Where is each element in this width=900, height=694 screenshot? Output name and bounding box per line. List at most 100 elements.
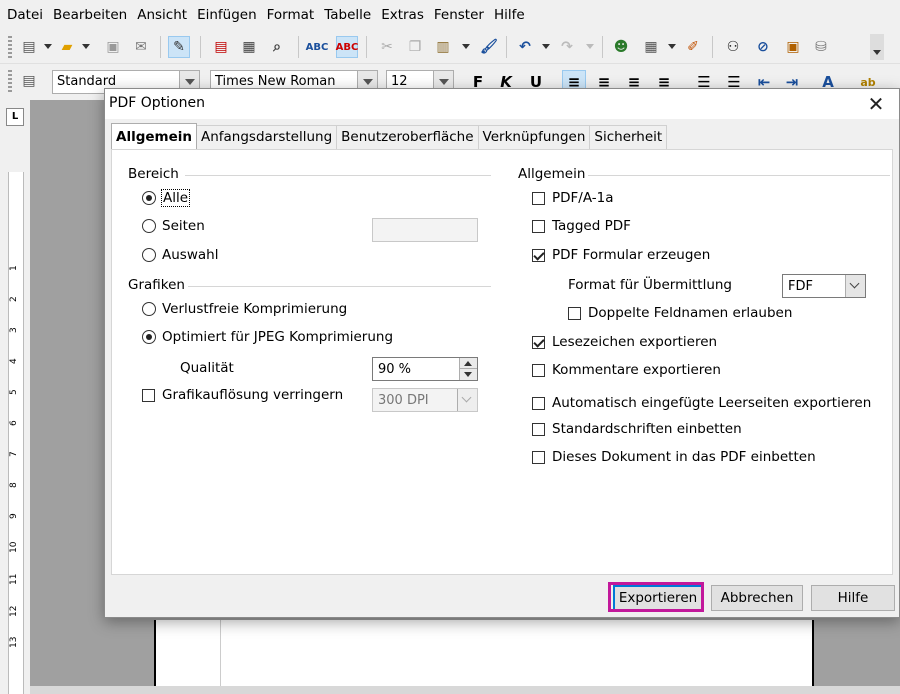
cut-icon[interactable]: ✂: [376, 36, 398, 58]
tab-sicherheit[interactable]: Sicherheit: [589, 125, 668, 149]
gallery-icon[interactable]: ▣: [782, 36, 804, 58]
export-button[interactable]: Exportieren: [613, 585, 703, 611]
menu-hilfe[interactable]: Hilfe: [490, 7, 529, 23]
checkbox-embed-fonts[interactable]: Standardschriften einbetten: [532, 421, 742, 437]
menu-einfuegen[interactable]: Einfügen: [193, 7, 261, 23]
tab-stop-icon[interactable]: L: [6, 108, 24, 126]
checkbox[interactable]: [532, 219, 545, 233]
new-document-icon[interactable]: ▤: [18, 36, 40, 58]
checkbox[interactable]: [532, 191, 545, 205]
checkbox[interactable]: [532, 363, 545, 377]
navigator-compass-icon[interactable]: ⊘: [752, 36, 774, 58]
checkbox-tagged-pdf[interactable]: Tagged PDF: [532, 218, 631, 234]
print-preview-icon[interactable]: ⌕: [266, 36, 288, 58]
toolbar-overflow-icon[interactable]: [870, 34, 884, 60]
checkbox-create-form[interactable]: PDF Formular erzeugen: [532, 247, 710, 263]
table-dropdown-icon[interactable]: [668, 44, 676, 49]
checkbox[interactable]: [532, 396, 545, 410]
dialog-titlebar[interactable]: PDF Optionen ✕: [105, 89, 899, 119]
tab-verknuepfungen[interactable]: Verknüpfungen: [477, 125, 591, 149]
radio-alle[interactable]: Alle: [142, 189, 191, 207]
radio-seiten[interactable]: Seiten: [142, 218, 205, 234]
data-sources-icon[interactable]: ⛁: [810, 36, 832, 58]
spin-up-icon[interactable]: [460, 358, 477, 369]
checkbox-duplicate-fields[interactable]: Doppelte Feldnamen erlauben: [568, 305, 792, 321]
radio-button[interactable]: [142, 330, 156, 344]
chevron-down-icon[interactable]: [457, 389, 477, 411]
radio-auswahl[interactable]: Auswahl: [142, 247, 218, 263]
pdf-options-dialog: PDF Optionen ✕ Allgemein Anfangsdarstell…: [104, 88, 900, 618]
menu-fenster[interactable]: Fenster: [430, 7, 488, 23]
cancel-button[interactable]: Abbrechen: [711, 585, 803, 611]
checkbox[interactable]: [568, 306, 581, 320]
checkbox[interactable]: [532, 248, 545, 262]
horizontal-scrollbar[interactable]: [30, 686, 900, 694]
email-icon[interactable]: ✉: [130, 36, 152, 58]
tab-anfangsdarstellung[interactable]: Anfangsdarstellung: [195, 125, 338, 149]
radio-jpeg[interactable]: Optimiert für JPEG Komprimierung: [142, 329, 393, 345]
group-separator: [188, 286, 491, 287]
checkbox-embed-document[interactable]: Dieses Dokument in das PDF einbetten: [532, 449, 816, 465]
styles-icon[interactable]: ▤: [18, 70, 40, 92]
tab-benutzeroberflaeche[interactable]: Benutzeroberfläche: [336, 125, 479, 149]
redo-dropdown-icon[interactable]: [586, 44, 594, 49]
radio-button[interactable]: [142, 219, 156, 233]
group-separator: [588, 175, 890, 176]
undo-icon[interactable]: ↶: [514, 36, 536, 58]
menu-ansicht[interactable]: Ansicht: [133, 7, 191, 23]
blank-pages-label: Automatisch eingefügte Leerseiten export…: [552, 395, 872, 411]
resolution-combo[interactable]: 300 DPI: [372, 388, 478, 412]
new-dropdown-icon[interactable]: [44, 44, 52, 49]
checkbox-reduce-resolution[interactable]: Grafikauflösung verringern: [142, 387, 343, 403]
radio-button[interactable]: [142, 191, 156, 205]
toolbar-grip[interactable]: [8, 36, 12, 58]
checkbox-comments[interactable]: Kommentare exportieren: [532, 362, 721, 378]
checkbox[interactable]: [142, 388, 155, 402]
navigator-icon[interactable]: ☻: [610, 36, 632, 58]
chevron-down-icon[interactable]: [845, 275, 865, 297]
checkbox[interactable]: [532, 450, 545, 464]
open-folder-icon[interactable]: ▰: [56, 36, 78, 58]
paste-icon[interactable]: ▥: [432, 36, 454, 58]
checkbox-bookmarks[interactable]: Lesezeichen exportieren: [532, 334, 717, 350]
redo-icon[interactable]: ↷: [556, 36, 578, 58]
spin-down-icon[interactable]: [460, 369, 477, 380]
table-icon[interactable]: ▦: [640, 36, 662, 58]
menu-format[interactable]: Format: [263, 7, 319, 23]
menu-bearbeiten[interactable]: Bearbeiten: [49, 7, 131, 23]
submit-format-combo[interactable]: FDF: [782, 274, 866, 298]
dialog-title: PDF Optionen: [109, 95, 205, 111]
checkbox-pdfa[interactable]: PDF/A-1a: [532, 190, 614, 206]
draw-functions-icon[interactable]: ✐: [682, 36, 704, 58]
radio-button[interactable]: [142, 248, 156, 262]
quality-spinner[interactable]: 90 %: [372, 357, 478, 381]
toolbar2-grip[interactable]: [8, 70, 12, 92]
radio-verlustfrei-label: Verlustfreie Komprimierung: [162, 301, 348, 317]
clone-format-icon[interactable]: 🖌: [478, 36, 500, 58]
checkbox-blank-pages[interactable]: Automatisch eingefügte Leerseiten export…: [532, 395, 871, 411]
checkbox[interactable]: [532, 335, 545, 349]
pages-input[interactable]: [372, 218, 478, 242]
radio-button[interactable]: [142, 302, 156, 316]
paste-dropdown-icon[interactable]: [462, 44, 470, 49]
undo-dropdown-icon[interactable]: [542, 44, 550, 49]
edit-mode-icon[interactable]: ✎: [168, 36, 190, 58]
document-page[interactable]: [154, 620, 814, 694]
ruler-number: 3: [9, 327, 19, 333]
help-button[interactable]: Hilfe: [811, 585, 895, 611]
print-icon[interactable]: ▦: [238, 36, 260, 58]
find-replace-icon[interactable]: ⚇: [722, 36, 744, 58]
radio-verlustfrei[interactable]: Verlustfreie Komprimierung: [142, 301, 347, 317]
save-icon[interactable]: ▣: [102, 36, 124, 58]
export-pdf-icon[interactable]: ▤: [210, 36, 232, 58]
close-icon[interactable]: ✕: [853, 89, 899, 119]
copy-icon[interactable]: ❐: [404, 36, 426, 58]
menu-datei[interactable]: Datei: [3, 7, 47, 23]
tab-allgemein[interactable]: Allgemein: [111, 123, 197, 149]
auto-spellcheck-icon[interactable]: ABC: [336, 36, 358, 58]
spellcheck-icon[interactable]: ABC: [306, 36, 329, 58]
open-dropdown-icon[interactable]: [82, 44, 90, 49]
menu-extras[interactable]: Extras: [377, 7, 428, 23]
checkbox[interactable]: [532, 422, 545, 436]
menu-tabelle[interactable]: Tabelle: [320, 7, 375, 23]
